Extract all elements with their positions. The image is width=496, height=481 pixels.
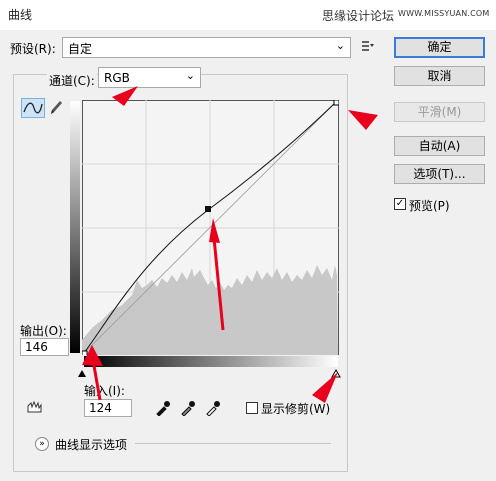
chevron-down-icon: ⌄	[185, 69, 195, 82]
chevron-down-icon: ⌄	[335, 39, 345, 52]
curve-options-label[interactable]: 曲线显示选项	[55, 436, 127, 453]
channel-label: 通道(C):	[47, 72, 97, 89]
auto-button[interactable]: 自动(A)	[394, 136, 485, 156]
input-label: 输入(I):	[84, 384, 125, 398]
output-label: 输出(O):	[20, 324, 67, 338]
arrow-annotation-end	[348, 110, 378, 130]
hand-icon[interactable]	[24, 398, 46, 416]
preset-label: 预设(R):	[10, 42, 56, 56]
channel-select[interactable]: RGB ⌄	[98, 67, 201, 88]
white-point-slider[interactable]	[331, 367, 341, 381]
output-value: 146	[25, 340, 48, 354]
curve-point-mid	[205, 206, 211, 212]
divider	[135, 443, 331, 444]
preview-checkbox[interactable]: ✓	[394, 198, 406, 210]
eyedropper-gray-icon[interactable]	[180, 400, 196, 417]
clipping-checkbox[interactable]	[246, 402, 258, 414]
curve-point-end	[333, 100, 339, 106]
curve-point-icon[interactable]	[21, 98, 45, 118]
output-gradient-bar	[70, 101, 80, 353]
preview-label: 预览(P)	[409, 199, 450, 213]
eyedropper-white-icon[interactable]	[205, 400, 221, 417]
cancel-button[interactable]: 取消	[394, 66, 485, 86]
input-field[interactable]: 124	[84, 399, 132, 417]
preset-value: 自定	[68, 42, 93, 56]
input-value: 124	[89, 401, 112, 415]
preset-select[interactable]: 自定 ⌄	[62, 37, 351, 58]
pencil-icon[interactable]	[48, 99, 64, 117]
channel-value: RGB	[104, 71, 130, 85]
options-button[interactable]: 选项(T)...	[394, 164, 485, 184]
clipping-label: 显示修剪(W)	[261, 402, 331, 416]
expand-icon[interactable]: »	[35, 437, 49, 451]
output-field[interactable]: 146	[20, 338, 69, 356]
input-gradient-bar	[84, 356, 338, 367]
window-title: 曲线	[8, 8, 33, 22]
watermark-site: 思缘设计论坛	[322, 9, 395, 23]
list-menu-icon[interactable]	[361, 40, 375, 52]
watermark-url: WWW.MISSYUAN.COM	[398, 9, 490, 18]
black-point-slider[interactable]	[77, 367, 87, 381]
ok-button[interactable]: 确定	[394, 37, 485, 58]
curve-graph[interactable]	[82, 100, 339, 355]
eyedropper-black-icon[interactable]	[155, 400, 171, 417]
smooth-button[interactable]: 平滑(M)	[394, 102, 485, 122]
curve-point-start	[82, 350, 88, 355]
